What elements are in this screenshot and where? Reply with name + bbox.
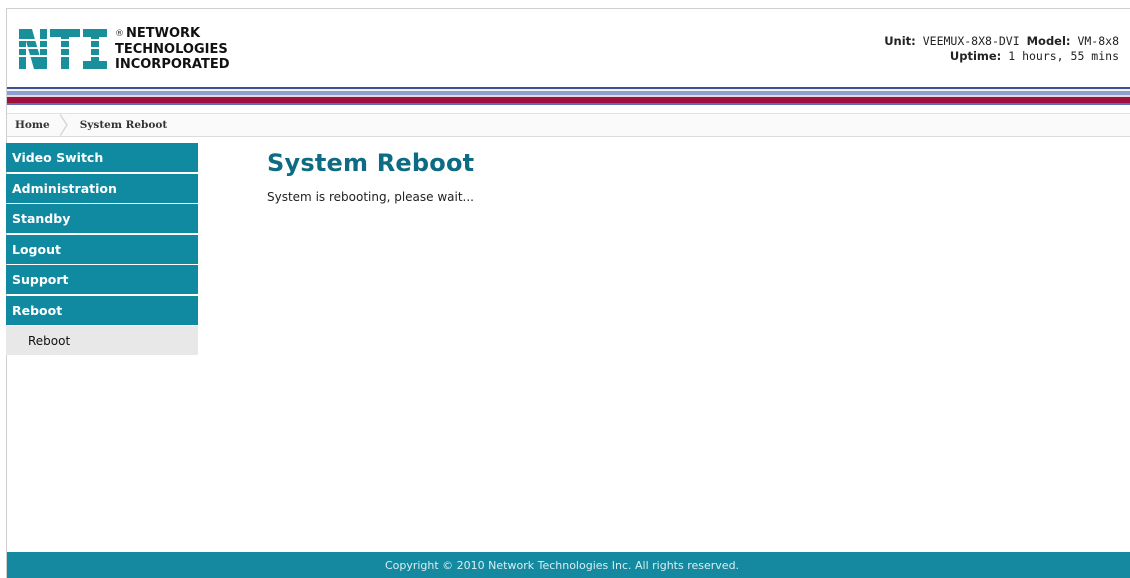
uptime-label: Uptime: bbox=[949, 49, 1002, 63]
logo-line3: INCORPORATED bbox=[115, 57, 230, 72]
sidebar-item-reboot[interactable]: Reboot bbox=[6, 295, 198, 325]
page-title: System Reboot bbox=[267, 149, 475, 177]
sidebar-item-support[interactable]: Support bbox=[6, 265, 198, 294]
sidebar-nav: Video Switch Administration Standby Logo… bbox=[6, 143, 198, 355]
sidebar-subitem-reboot[interactable]: Reboot bbox=[6, 326, 198, 355]
unit-info: Unit: VEEMUX-8X8-DVI Model: VM-8x8 Uptim… bbox=[884, 34, 1119, 64]
logo-line1: NETWORK bbox=[126, 26, 201, 41]
header-stripes bbox=[7, 87, 1130, 105]
sidebar-item-logout[interactable]: Logout bbox=[6, 234, 198, 264]
logo-wordmark: ® NETWORK TECHNOLOGIES INCORPORATED bbox=[115, 26, 230, 72]
reboot-status-message: System is rebooting, please wait... bbox=[267, 190, 474, 204]
logo-line2: TECHNOLOGIES bbox=[115, 42, 228, 57]
unit-label: Unit: bbox=[884, 34, 916, 48]
breadcrumb-current: System Reboot bbox=[79, 119, 168, 131]
footer: Copyright © 2010 Network Technologies In… bbox=[7, 552, 1130, 578]
sidebar-item-standby[interactable]: Standby bbox=[6, 204, 198, 233]
sidebar-item-video-switch[interactable]: Video Switch bbox=[6, 143, 198, 172]
breadcrumb-chevron-icon bbox=[58, 113, 72, 137]
model-value: VM-8x8 bbox=[1077, 34, 1119, 48]
breadcrumb-home[interactable]: Home bbox=[7, 114, 60, 136]
nti-logo[interactable]: ® NETWORK TECHNOLOGIES INCORPORATED bbox=[19, 22, 230, 76]
uptime-value: 1 hours, 55 mins bbox=[1008, 49, 1119, 63]
header: ® NETWORK TECHNOLOGIES INCORPORATED Unit:… bbox=[7, 9, 1130, 87]
registered-mark: ® bbox=[115, 29, 124, 39]
breadcrumb: Home System Reboot bbox=[7, 113, 1130, 137]
model-label: Model: bbox=[1026, 34, 1071, 48]
copyright-text: Copyright © 2010 Network Technologies In… bbox=[384, 559, 740, 572]
nti-logo-mark-icon bbox=[19, 29, 109, 69]
sidebar-item-administration[interactable]: Administration bbox=[6, 173, 198, 203]
unit-value: VEEMUX-8X8-DVI bbox=[922, 34, 1020, 48]
main-content: System Reboot System is rebooting, pleas… bbox=[258, 143, 1114, 213]
